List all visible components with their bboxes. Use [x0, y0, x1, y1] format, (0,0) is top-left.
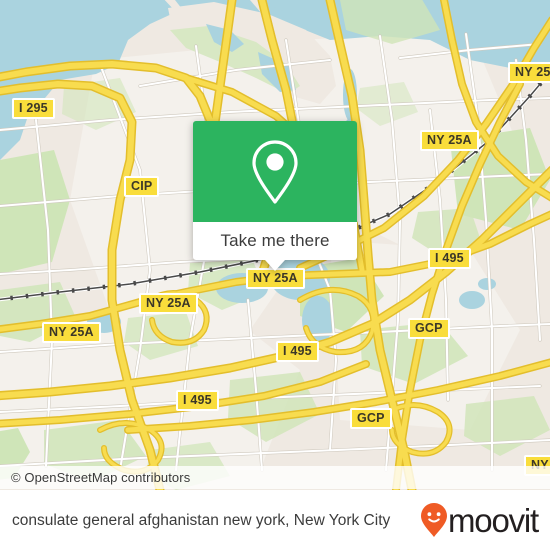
- road-shield: NY 25A: [246, 268, 305, 289]
- road-shield: I 295: [12, 98, 55, 119]
- osm-attribution-text: © OpenStreetMap contributors: [11, 470, 191, 485]
- place-title: consulate general afghanistan new york, …: [12, 511, 391, 529]
- page-footer: consulate general afghanistan new york, …: [0, 490, 550, 550]
- take-me-there-button[interactable]: Take me there: [220, 231, 329, 251]
- road-shield: I 495: [176, 390, 219, 411]
- map-attribution-bar: © OpenStreetMap contributors: [0, 466, 550, 489]
- road-shield: CIP: [124, 176, 160, 197]
- map-screenshot-root: I 295 CIP NY 25A NY 25A NY 25A NY 25A NY 25A I …: [0, 0, 550, 550]
- road-shield: NY 25A: [508, 62, 550, 83]
- road-shield-label: GCP: [357, 411, 385, 425]
- road-shield-label: NY 25A: [515, 65, 550, 79]
- road-shield-label: I 495: [183, 393, 212, 407]
- road-shield-label: I 495: [435, 251, 464, 265]
- moovit-brand-logo[interactable]: moovit: [420, 502, 550, 538]
- road-shield: I 495: [428, 248, 471, 269]
- road-shield-label: CIP: [131, 179, 153, 193]
- moovit-wordmark: moovit: [448, 501, 539, 539]
- road-shield-label: NY 25A: [427, 133, 472, 147]
- popup-action-bar[interactable]: Take me there: [193, 222, 357, 260]
- road-shield: NY 25A: [139, 293, 198, 314]
- road-shield: NY 25A: [420, 130, 479, 151]
- moovit-smiley-pin-icon: [421, 503, 447, 537]
- road-shield-label: GCP: [415, 321, 443, 335]
- road-shield-label: NY 25A: [146, 296, 191, 310]
- road-shield-label: I 295: [19, 101, 48, 115]
- map-location-popup[interactable]: Take me there: [193, 121, 357, 271]
- road-shield: GCP: [350, 408, 392, 429]
- popup-pointer-tail: [265, 260, 285, 271]
- road-shield-label: NY 25A: [253, 271, 298, 285]
- road-shield: I 495: [276, 341, 319, 362]
- road-shield: NY 25A: [42, 322, 101, 343]
- road-shield: GCP: [408, 318, 450, 339]
- map-pin-icon: [252, 139, 298, 204]
- road-shield-label: NY 25A: [49, 325, 94, 339]
- road-shield-label: I 495: [283, 344, 312, 358]
- popup-header: [193, 121, 357, 222]
